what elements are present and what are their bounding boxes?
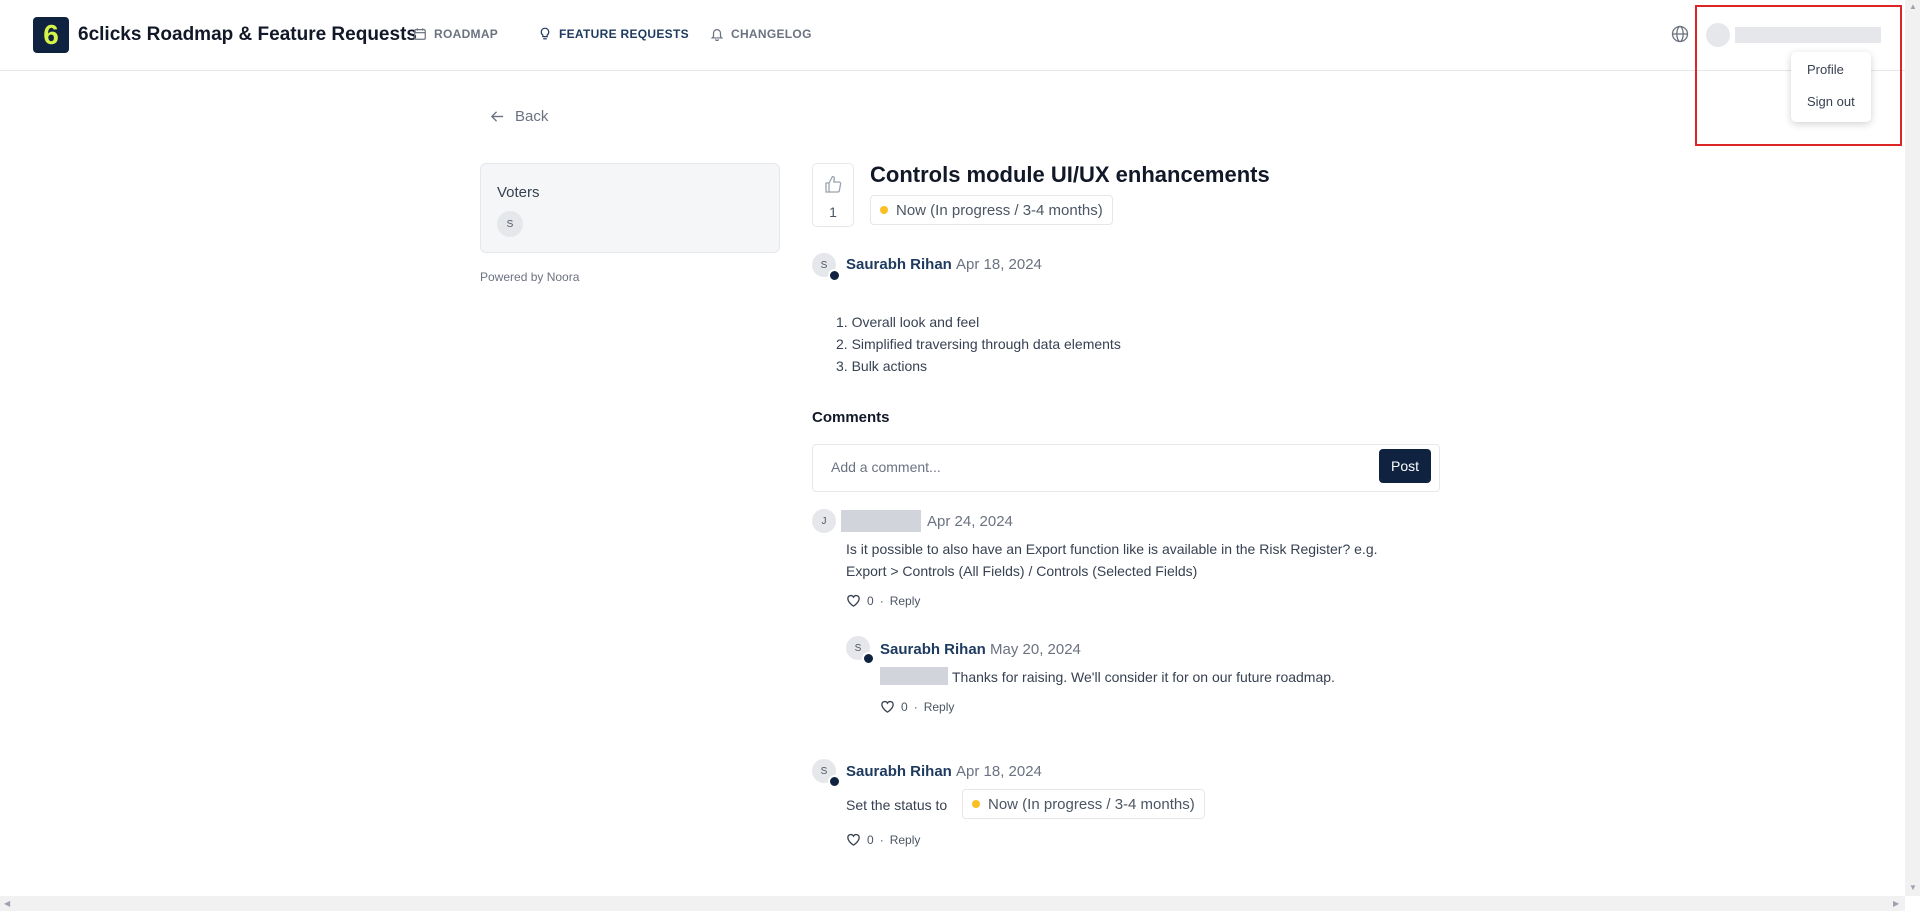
status-label: Now (In progress / 3-4 months) (896, 201, 1103, 219)
post-title: Controls module UI/UX enhancements (870, 162, 1270, 187)
powered-by[interactable]: Powered by Noora (480, 270, 579, 284)
voters-title: Voters (497, 184, 540, 201)
description-line: 1. Overall look and feel (836, 314, 980, 330)
admin-badge-icon (862, 652, 875, 665)
commenter-avatar[interactable]: S (812, 759, 841, 788)
arrow-left-icon (490, 111, 504, 122)
like-count: 0 (901, 699, 908, 714)
nav-feature-requests[interactable]: FEATURE REQUESTS (538, 27, 689, 41)
back-label: Back (515, 108, 549, 125)
reply-link[interactable]: Reply (890, 833, 921, 847)
nav-roadmap[interactable]: ROADMAP (413, 27, 498, 41)
top-header: 6 6clicks Roadmap & Feature Requests ROA… (0, 0, 1905, 71)
comment-actions: 0 · Reply (846, 593, 920, 608)
reply-author-initial: S (854, 642, 862, 654)
bell-icon (710, 29, 724, 41)
horizontal-scrollbar[interactable]: ◀ ▶ (0, 896, 1905, 911)
comment-actions: 0 · Reply (846, 832, 920, 847)
description-line: 2. Simplified traversing through data el… (836, 336, 1121, 352)
reply-actions: 0 · Reply (880, 699, 954, 714)
comment-text: Is it possible to also have an Export fu… (846, 538, 1378, 582)
status-badge: Now (In progress / 3-4 months) (962, 789, 1205, 819)
admin-badge-icon (828, 269, 841, 282)
heart-icon[interactable] (880, 699, 895, 714)
comment-text: Set the status to (846, 797, 948, 813)
reply-link[interactable]: Reply (890, 594, 921, 608)
post-description: 1. Overall look and feel 2. Simplified t… (836, 311, 1121, 377)
author-avatar[interactable]: S (812, 253, 841, 282)
status-dot (880, 206, 888, 214)
status-dot (972, 800, 980, 808)
heart-icon[interactable] (846, 593, 861, 608)
separator-dot: · (913, 699, 918, 714)
status-label: Now (In progress / 3-4 months) (988, 795, 1195, 813)
site-title[interactable]: 6clicks Roadmap & Feature Requests (78, 24, 417, 46)
post-button[interactable]: Post (1379, 449, 1431, 483)
commenter-name[interactable]: Saurabh Rihan (846, 763, 952, 780)
post-date: Apr 18, 2024 (956, 256, 1042, 273)
nav-changelog[interactable]: CHANGELOG (710, 27, 812, 41)
nav-roadmap-label: ROADMAP (434, 27, 499, 41)
heart-icon[interactable] (846, 832, 861, 847)
vertical-scrollbar[interactable]: ▲ ▼ (1905, 0, 1920, 896)
logo-glyph: 6 (43, 19, 59, 50)
separator-dot: · (879, 593, 884, 608)
scroll-down-icon[interactable]: ▼ (1909, 883, 1917, 892)
status-badge: Now (In progress / 3-4 months) (870, 195, 1113, 225)
commenter-name-redacted (841, 510, 921, 532)
reply-date: May 20, 2024 (990, 641, 1081, 658)
scroll-right-icon[interactable]: ▶ (1893, 899, 1899, 908)
calendar-icon (414, 28, 426, 40)
voters-card: Voters S (480, 163, 780, 253)
lightbulb-icon (540, 27, 550, 40)
nav-feature-requests-label: FEATURE REQUESTS (559, 27, 689, 41)
nav-changelog-label: CHANGELOG (731, 27, 812, 41)
commenter-avatar[interactable]: J (812, 509, 836, 533)
scroll-left-icon[interactable]: ◀ (4, 899, 10, 908)
commenter-initial: S (820, 765, 828, 777)
reply-text: Thanks for raising. We'll consider it fo… (952, 669, 1335, 685)
highlight-box (1695, 5, 1902, 146)
mention-redacted (880, 667, 948, 685)
comment-date: Apr 18, 2024 (956, 763, 1042, 780)
like-count: 0 (867, 593, 874, 608)
scroll-up-icon[interactable]: ▲ (1909, 2, 1917, 11)
like-count: 0 (867, 832, 874, 847)
comment-text-line: Export > Controls (All Fields) / Control… (846, 563, 1198, 579)
comment-composer: Post (812, 444, 1440, 492)
upvote-button[interactable]: 1 (812, 163, 854, 227)
author-initial: S (820, 259, 828, 271)
reply-author-avatar[interactable]: S (846, 636, 875, 665)
commenter-initial: J (821, 515, 827, 527)
thumbs-up-icon (825, 175, 842, 193)
back-link[interactable]: Back (490, 108, 548, 125)
comment-date: Apr 24, 2024 (927, 513, 1013, 530)
admin-badge-icon (828, 775, 841, 788)
globe-icon[interactable] (1671, 25, 1689, 43)
description-line: 3. Bulk actions (836, 358, 928, 374)
comment-input[interactable] (831, 459, 1331, 475)
comments-heading: Comments (812, 409, 890, 426)
logo[interactable]: 6 (33, 17, 69, 53)
reply-author-name[interactable]: Saurabh Rihan (880, 641, 986, 658)
comment-text-line: Is it possible to also have an Export fu… (846, 541, 1378, 557)
voter-avatar[interactable]: S (497, 211, 523, 237)
author-name[interactable]: Saurabh Rihan (846, 256, 952, 273)
separator-dot: · (879, 832, 884, 847)
reply-link[interactable]: Reply (924, 700, 955, 714)
vote-count: 1 (829, 204, 837, 220)
